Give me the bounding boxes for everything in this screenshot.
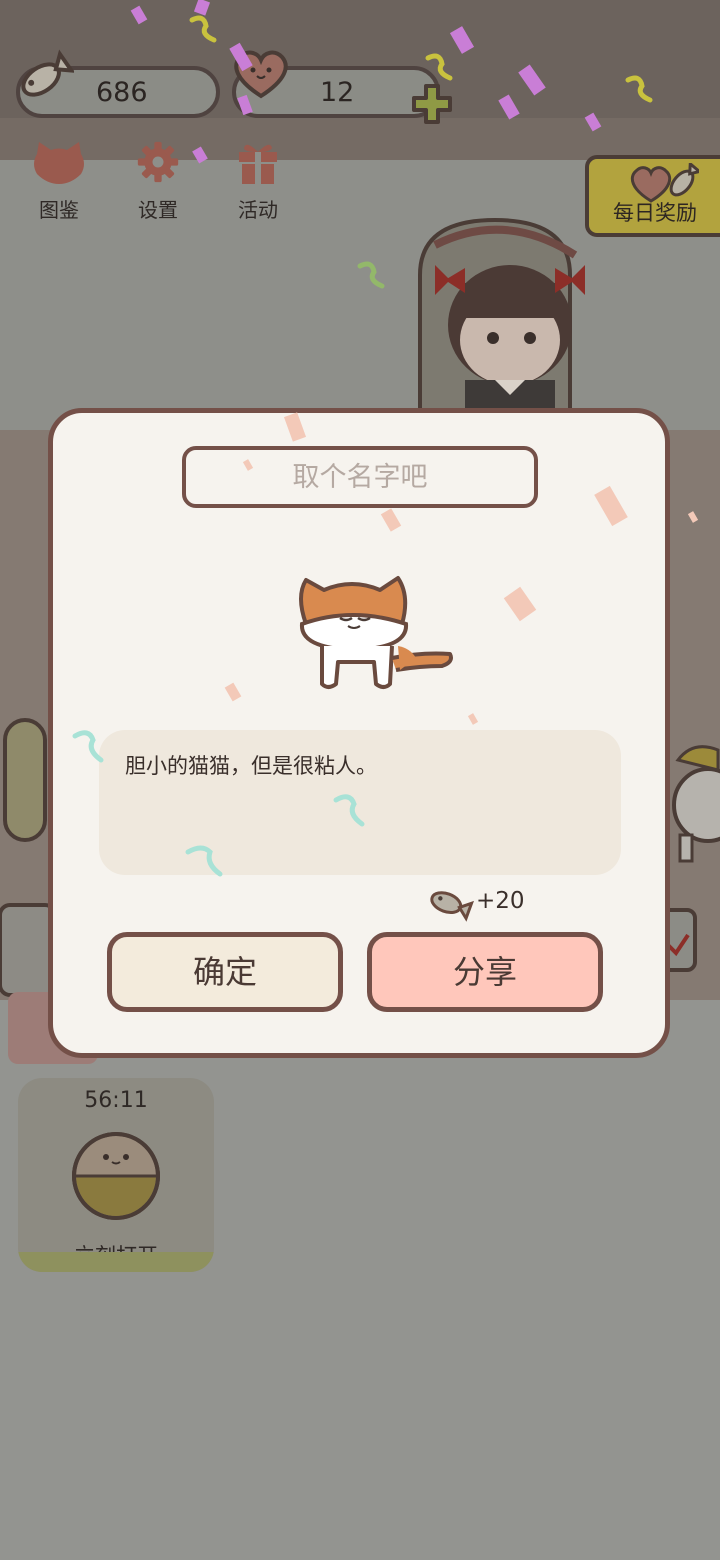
events-button[interactable]: 活动 [213,140,303,223]
reward-amount: +20 [476,888,525,914]
timer-text: 56:11 [84,1088,148,1113]
background-cat[interactable] [668,735,720,865]
card-grass [18,1252,214,1272]
gift-icon [239,144,277,184]
daily-reward-label: 每日奖励 [613,201,697,225]
settings-button[interactable]: 设置 [113,140,203,223]
settings-label: 设置 [138,198,178,222]
cat-illustration [299,576,453,689]
egg-icon [72,1132,160,1220]
fish-icon [430,891,474,922]
events-label: 活动 [238,198,278,222]
egg-timer-card[interactable]: 56:11 立刻打开 [18,1078,214,1272]
confirm-button[interactable]: 确定 [107,932,343,1012]
gear-icon [137,141,179,183]
heart-icon [234,50,288,99]
plus-icon[interactable] [410,82,454,126]
cat-name-input[interactable] [182,446,538,508]
heart-count: 12 [320,77,355,108]
collection-label: 图鉴 [39,198,79,222]
maid-character[interactable] [415,215,615,415]
cat-description: 胆小的猫猫，但是很粘人。 [125,754,377,778]
cat-description-box: 胆小的猫猫，但是很粘人。 [99,730,621,875]
collection-button[interactable]: 图鉴 [14,140,104,223]
cat-face-icon [34,142,84,184]
daily-reward-button[interactable]: 每日奖励 [585,155,720,237]
fish-icon [21,49,74,97]
share-button[interactable]: 分享 [367,932,603,1012]
fish-count: 686 [96,77,148,108]
